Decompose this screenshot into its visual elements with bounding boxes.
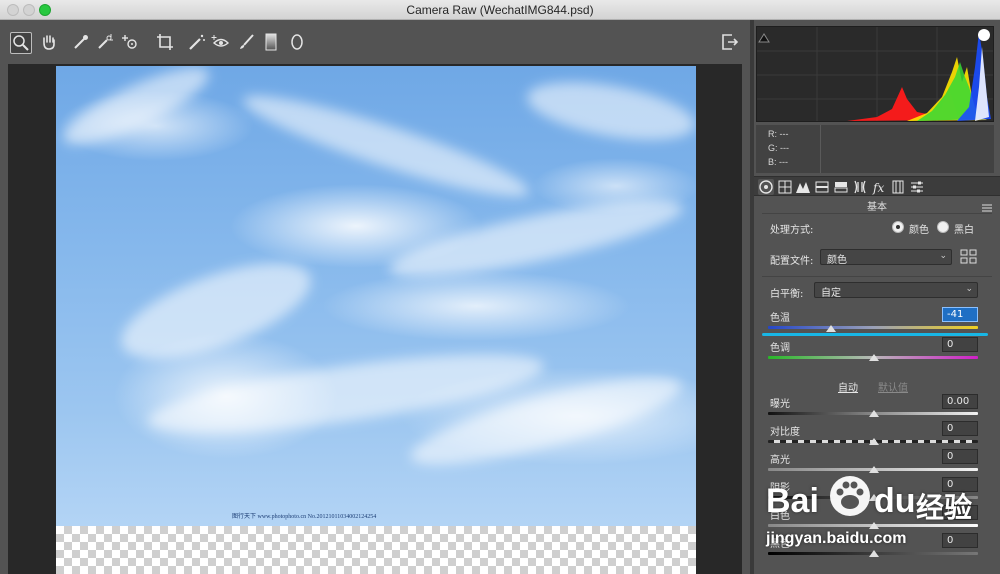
baidu-logo-text: Bai (766, 482, 819, 520)
graduated-filter-icon[interactable] (260, 32, 282, 54)
zoom-icon[interactable] (10, 32, 32, 54)
baidu-paw-icon (830, 476, 870, 516)
color-radio-label: 颜色 (909, 225, 929, 236)
highlights-value-input[interactable]: 0 (942, 449, 978, 464)
panel-menu-icon[interactable] (982, 198, 992, 212)
sky-photo (56, 66, 696, 526)
contrast-slider-thumb[interactable] (869, 438, 879, 445)
lens-tab-icon[interactable] (852, 179, 868, 195)
baidu-du-text: du (874, 482, 916, 520)
tint-slider-thumb[interactable] (869, 354, 879, 361)
adjustment-brush-icon[interactable] (236, 32, 258, 54)
wb-select[interactable]: 自定 ⌄ (814, 282, 978, 299)
color-radio[interactable] (892, 221, 904, 233)
split-toning-tab-icon[interactable] (833, 179, 849, 195)
hand-icon[interactable] (38, 32, 60, 54)
temp-value-input[interactable]: -41 (942, 307, 978, 322)
process-label: 处理方式: (770, 225, 814, 236)
shadow-clipping-icon[interactable] (758, 29, 770, 43)
profile-label: 配置文件: (770, 256, 814, 267)
highlight-annotation-line (762, 333, 988, 336)
temp-slider-track[interactable] (768, 326, 978, 329)
red-eye-icon[interactable] (210, 32, 232, 54)
svg-text:fx: fx (872, 181, 884, 195)
radial-filter-icon[interactable] (286, 32, 308, 54)
preview-area: 图行天下 www.photophoto.cn No.20121011034002… (0, 20, 750, 574)
highlights-label: 高光 (770, 455, 790, 466)
window-title: Camera Raw (WechatIMG844.psd) (406, 3, 594, 17)
wb-label: 白平衡: (770, 289, 804, 300)
tint-label: 色调 (770, 343, 790, 354)
histogram (756, 26, 994, 122)
b-readout: B: --- (768, 157, 788, 167)
image-watermark: 图行天下 www.photophoto.cn No.20121011034002… (232, 514, 377, 520)
temp-label: 色温 (770, 313, 790, 324)
exposure-value-input[interactable]: 0.00 (942, 394, 978, 409)
transparent-area (56, 526, 696, 574)
detail-tab-icon[interactable] (795, 179, 811, 195)
targeted-adjustment-icon[interactable] (120, 32, 142, 54)
title-bar: Camera Raw (WechatIMG844.psd) (0, 0, 1000, 20)
exposure-label: 曝光 (770, 399, 790, 410)
color-sampler-icon[interactable] (94, 32, 116, 54)
contrast-label: 对比度 (770, 427, 800, 438)
default-button[interactable]: 默认值 (878, 379, 908, 394)
bw-radio-label: 黑白 (954, 225, 974, 236)
tool-bar (0, 20, 750, 64)
open-object-icon[interactable] (720, 32, 740, 52)
profile-select[interactable]: 颜色 ⌄ (820, 249, 952, 266)
rgb-readout: R: --- G: --- B: --- (756, 125, 994, 173)
g-readout: G: --- (768, 143, 789, 153)
eyedropper-icon[interactable] (70, 32, 92, 54)
baidu-jingyan-watermark: Bai du 经验 jingyan.baidu.com (766, 470, 1000, 574)
r-readout: R: --- (768, 129, 789, 139)
crop-icon[interactable] (154, 32, 176, 54)
temp-slider-thumb[interactable] (826, 325, 836, 332)
baidu-jingyan-text: 经验 (916, 492, 973, 523)
hsl-tab-icon[interactable] (814, 179, 830, 195)
image-canvas[interactable]: 图行天下 www.photophoto.cn No.20121011034002… (8, 64, 742, 574)
effects-tab-icon[interactable]: fx (871, 179, 887, 195)
auto-button[interactable]: 自动 (838, 379, 858, 394)
camera-calibration-tab-icon[interactable] (890, 179, 906, 195)
bw-radio[interactable] (937, 221, 949, 233)
tint-value-input[interactable]: 0 (942, 337, 978, 352)
profile-browser-icon[interactable] (960, 249, 978, 265)
panel-tabs: fx (754, 176, 1000, 196)
contrast-value-input[interactable]: 0 (942, 421, 978, 436)
exposure-slider-thumb[interactable] (869, 410, 879, 417)
spot-removal-icon[interactable] (186, 32, 208, 54)
panel-title: 基本 (867, 202, 887, 213)
baidu-url: jingyan.baidu.com (766, 530, 907, 547)
basic-tab-icon[interactable] (758, 179, 774, 195)
tone-curve-tab-icon[interactable] (777, 179, 793, 195)
presets-tab-icon[interactable] (909, 179, 925, 195)
highlight-clipping-icon[interactable] (978, 29, 990, 41)
